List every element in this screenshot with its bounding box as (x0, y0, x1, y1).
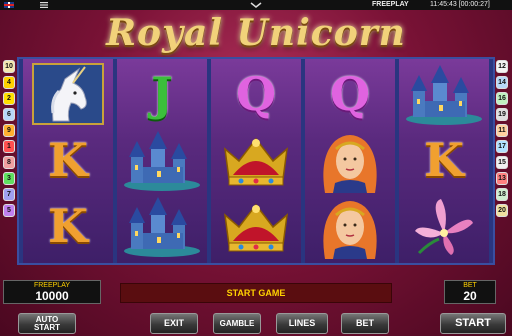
payline-number: 20 (496, 204, 508, 217)
reel-symbol (117, 193, 207, 259)
reel-symbol (399, 61, 489, 127)
reel-symbol: Q (211, 61, 301, 127)
freeplay-value: 10000 (35, 289, 69, 303)
mode-label: FREEPLAY (372, 1, 409, 8)
payline-number: 7 (3, 188, 15, 201)
reel-symbol (117, 127, 207, 193)
payline-number: 13 (496, 172, 508, 185)
princess-icon (323, 135, 377, 193)
auto-start-label-2: START (33, 323, 61, 332)
letter-q-symbol: Q (329, 67, 371, 121)
payline-number: 11 (496, 124, 508, 137)
reel-symbol: K (23, 193, 113, 259)
payline-number: 16 (496, 92, 508, 105)
slot-game: FREEPLAY 11:45:43 [00:00:27] Royal Unico… (0, 0, 512, 336)
letter-k-symbol: K (48, 199, 88, 253)
reel-symbol: K (23, 127, 113, 193)
castle-icon (124, 131, 200, 191)
reel-symbol (211, 193, 301, 259)
letter-q-symbol: Q (235, 67, 277, 121)
reel-symbol (305, 127, 395, 193)
castle-icon (124, 197, 200, 257)
clock-readout: 11:45:43 [00:00:27] (430, 1, 490, 8)
payline-number: 9 (3, 124, 15, 137)
auto-start-button[interactable]: AUTO START (18, 313, 76, 334)
lily-icon (415, 199, 473, 255)
payline-number: 8 (3, 156, 15, 169)
reel-2: J (117, 59, 207, 263)
reel-3: Q (211, 59, 301, 263)
payline-number: 12 (496, 60, 508, 73)
start-button[interactable]: START (440, 313, 506, 334)
payline-number: 14 (496, 76, 508, 89)
reel-symbol (305, 193, 395, 259)
crown-icon (223, 137, 289, 186)
freeplay-panel: FREEPLAY 10000 (3, 280, 101, 304)
payline-number: 18 (496, 188, 508, 201)
payline-number: 19 (496, 108, 508, 121)
reels-area: KKJQQK (17, 57, 495, 265)
payline-number: 4 (3, 76, 15, 89)
payline-number: 15 (496, 156, 508, 169)
bet-value: 20 (463, 289, 477, 303)
payline-numbers-right: 12 14 16 19 11 17 15 13 18 20 (496, 60, 508, 220)
reel-symbol: J (117, 61, 207, 127)
reel-5: K (399, 59, 489, 263)
menu-icon[interactable] (40, 1, 48, 9)
chevron-down-icon[interactable] (249, 1, 263, 9)
reel-1: KK (23, 59, 113, 263)
reel-symbol (211, 127, 301, 193)
letter-k-symbol: K (424, 133, 464, 187)
reel-symbol: K (399, 127, 489, 193)
crown-icon (223, 203, 289, 252)
reel-4: Q (305, 59, 395, 263)
reel-symbol (23, 61, 113, 127)
payline-number: 3 (3, 172, 15, 185)
game-title: Royal Unicorn (106, 12, 406, 54)
status-bar: FREEPLAY 11:45:43 [00:00:27] (0, 0, 512, 10)
exit-button[interactable]: EXIT (150, 313, 198, 334)
payline-numbers-left: 10 4 2 6 9 1 8 3 7 5 (3, 60, 15, 220)
letter-k-symbol: K (48, 133, 88, 187)
message-bar: START GAME (120, 283, 392, 303)
gamble-button[interactable]: GAMBLE (213, 313, 261, 334)
payline-number: 1 (3, 140, 15, 153)
payline-number: 6 (3, 108, 15, 121)
payline-number: 17 (496, 140, 508, 153)
castle-icon (406, 65, 482, 125)
reel-symbol: Q (305, 61, 395, 127)
letter-j-symbol: J (151, 67, 173, 121)
language-flag-icon[interactable] (4, 2, 14, 8)
bet-panel: BET 20 (444, 280, 496, 304)
payline-number: 5 (3, 204, 15, 217)
payline-number: 10 (3, 60, 15, 73)
princess-icon (323, 201, 377, 259)
bet-button[interactable]: BET (341, 313, 389, 334)
reel-symbol (399, 193, 489, 259)
payline-number: 2 (3, 92, 15, 105)
unicorn-icon (32, 63, 104, 125)
lines-button[interactable]: LINES (276, 313, 328, 334)
